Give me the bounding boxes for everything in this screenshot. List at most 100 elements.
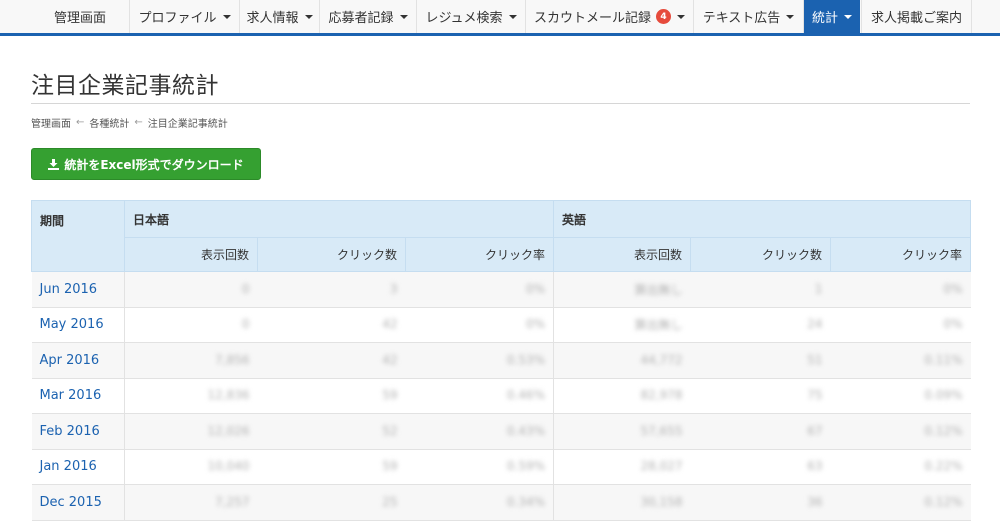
ja-clicks-cell: 3 <box>257 271 406 308</box>
ja-ctr-value: 0.53% <box>506 352 545 367</box>
ja-clicks-cell: 42 <box>257 342 406 379</box>
table-row: Jun 2016 0 3 0% 算出無し 1 0% <box>31 271 971 308</box>
period-link[interactable]: Jun 2016 <box>31 271 125 308</box>
period-link[interactable]: Apr 2016 <box>31 342 125 379</box>
nav-item-label: レジュメ検索 <box>425 11 503 26</box>
nav-item-6[interactable]: テキスト広告 <box>694 0 804 33</box>
en-impressions-header: 表示回数 <box>553 237 691 272</box>
period-link[interactable]: Jan 2016 <box>31 449 125 485</box>
en-ctr-value: 0.11% <box>924 352 963 367</box>
ja-impressions-cell: 10,040 <box>124 449 258 485</box>
ja-impressions-cell: 0 <box>124 271 258 308</box>
ja-ctr-value: 0.34% <box>506 494 545 509</box>
nav-item-label: プロファイル <box>138 11 217 26</box>
en-clicks-cell: 51 <box>690 342 831 379</box>
ja-clicks-cell: 42 <box>257 307 406 343</box>
ja-ctr-cell: 0.59% <box>405 449 554 485</box>
ja-ctr-value: 0% <box>525 281 545 296</box>
ja-impressions-value: 0 <box>241 317 250 332</box>
caret-down-icon <box>304 14 313 19</box>
period-link[interactable]: Feb 2016 <box>31 413 125 450</box>
ja-clicks-value: 3 <box>389 281 398 296</box>
en-ctr-cell: 0% <box>830 307 971 343</box>
en-clicks-value: 36 <box>807 494 823 509</box>
ja-clicks-value: 59 <box>382 388 398 403</box>
en-impressions-cell: 28,027 <box>553 449 691 485</box>
table-row: Mar 2016 12,836 59 0.46% 82,978 75 0.09% <box>31 378 971 414</box>
en-clicks-header: クリック数 <box>690 237 831 272</box>
en-clicks-cell: 24 <box>690 307 831 343</box>
top-navigation: 管理画面 プロファイル 求人情報 応募者記録 レジュメ検索 スカウトメール記録 4 テキスト広… <box>0 0 1000 36</box>
ja-clicks-cell: 59 <box>257 449 406 485</box>
period-header: 期間 <box>31 200 125 272</box>
table-row: Apr 2016 7,856 42 0.53% 44,772 51 0.11% <box>31 342 971 379</box>
en-impressions-value: 82,978 <box>640 388 683 403</box>
caret-down-icon <box>222 14 231 19</box>
japanese-group-header: 日本語 <box>124 200 554 238</box>
nav-item-label: テキスト広告 <box>702 11 781 26</box>
en-clicks-value: 63 <box>807 459 823 474</box>
ja-clicks-value: 42 <box>382 352 398 367</box>
table-row: Dec 2015 7,257 25 0.34% 30,158 36 0.12% <box>31 484 971 521</box>
nav-item-1[interactable]: プロファイル <box>130 0 240 33</box>
period-link[interactable]: Mar 2016 <box>31 378 125 414</box>
ja-clicks-header: クリック数 <box>257 237 406 272</box>
ja-impressions-cell: 7,856 <box>124 342 258 379</box>
download-button-label: 統計をExcel形式でダウンロード <box>64 157 244 172</box>
breadcrumb-admin[interactable]: 管理画面 <box>31 115 71 130</box>
nav-item-2[interactable]: 求人情報 <box>240 0 320 33</box>
en-ctr-cell: 0.12% <box>830 484 971 521</box>
ja-impressions-header: 表示回数 <box>124 237 258 272</box>
nav-item-3[interactable]: 応募者記録 <box>320 0 417 33</box>
ja-clicks-value: 42 <box>382 317 398 332</box>
nav-item-5[interactable]: スカウトメール記録 4 <box>526 0 694 33</box>
breadcrumb-statistics[interactable]: 各種統計 <box>89 115 129 130</box>
en-impressions-cell: 算出無し <box>553 271 691 308</box>
english-group-header: 英語 <box>553 200 971 238</box>
ja-impressions-value: 12,836 <box>207 388 250 403</box>
ja-ctr-value: 0.46% <box>506 388 545 403</box>
nav-item-label: 応募者記録 <box>328 11 394 26</box>
en-ctr-cell: 0.12% <box>830 413 971 450</box>
en-clicks-value: 67 <box>807 423 823 438</box>
en-clicks-value: 1 <box>814 281 823 296</box>
period-link[interactable]: Dec 2015 <box>31 484 125 521</box>
en-ctr-value: 0% <box>943 317 963 332</box>
nav-menu: 管理画面 プロファイル 求人情報 応募者記録 レジュメ検索 スカウトメール記録 4 テキスト広… <box>0 0 1000 33</box>
en-clicks-cell: 67 <box>690 413 831 450</box>
ja-clicks-cell: 52 <box>257 413 406 450</box>
ja-ctr-cell: 0.43% <box>405 413 554 450</box>
en-clicks-value: 75 <box>807 388 823 403</box>
en-impressions-cell: 44,772 <box>553 342 691 379</box>
nav-item-label: 管理画面 <box>53 11 106 26</box>
ja-ctr-cell: 0.34% <box>405 484 554 521</box>
nav-item-4[interactable]: レジュメ検索 <box>417 0 526 33</box>
nav-job-posting-guide[interactable]: 求人掲載ご案内 <box>861 0 972 33</box>
ja-impressions-value: 7,257 <box>215 494 250 509</box>
breadcrumb-separator: ← <box>76 117 85 128</box>
en-clicks-cell: 63 <box>690 449 831 485</box>
ja-impressions-cell: 12,836 <box>124 378 258 414</box>
ja-ctr-value: 0% <box>525 317 545 332</box>
download-icon <box>48 158 60 170</box>
ja-impressions-value: 10,040 <box>207 459 250 474</box>
en-clicks-cell: 1 <box>690 271 831 308</box>
nav-item-0[interactable]: 管理画面 <box>31 0 130 33</box>
ja-clicks-value: 52 <box>382 423 398 438</box>
en-ctr-value: 0.12% <box>924 494 963 509</box>
en-ctr-value: 0.22% <box>924 459 963 474</box>
period-link[interactable]: May 2016 <box>31 307 125 343</box>
en-ctr-cell: 0.09% <box>830 378 971 414</box>
download-excel-button[interactable]: 統計をExcel形式でダウンロード <box>31 148 261 180</box>
en-clicks-cell: 36 <box>690 484 831 521</box>
title-divider <box>31 103 970 104</box>
nav-item-7[interactable]: 統計 <box>804 0 860 33</box>
notification-badge: 4 <box>656 9 671 24</box>
en-impressions-cell: 算出無し <box>553 307 691 343</box>
page-title: 注目企業記事統計 <box>31 73 219 99</box>
en-ctr-header: クリック率 <box>830 237 971 272</box>
en-impressions-value: 57,655 <box>640 423 683 438</box>
table-row: Feb 2016 12,026 52 0.43% 57,655 67 0.12% <box>31 413 971 450</box>
caret-down-icon <box>786 14 795 19</box>
ja-clicks-cell: 25 <box>257 484 406 521</box>
